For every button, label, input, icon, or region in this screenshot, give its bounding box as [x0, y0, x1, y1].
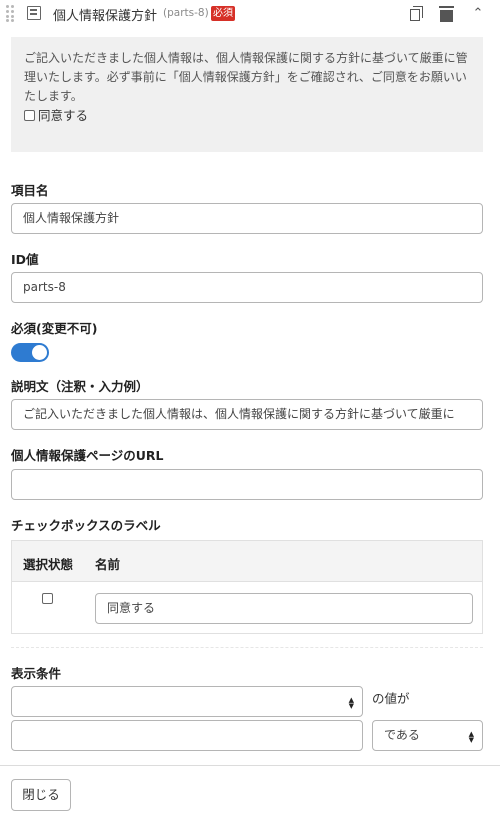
copy-icon[interactable] — [406, 4, 426, 24]
row-name-input[interactable]: 同意する — [95, 593, 473, 624]
description-input[interactable]: ご記入いただきました個人情報は、個人情報保護に関する方針に基づいて厳重に — [11, 399, 483, 430]
select-arrows-icon: ▲ ▼ — [468, 730, 474, 744]
preview-agree-checkbox[interactable]: 同意する — [24, 106, 469, 125]
description-label: 説明文（注釈・入力例） — [11, 379, 149, 394]
condition-field-select[interactable]: ▲ ▼ — [11, 686, 363, 717]
table-header: 選択状態 名前 — [12, 541, 482, 582]
id-value-input[interactable]: parts-8 — [11, 272, 483, 303]
id-value-label: ID値 — [11, 252, 39, 267]
form-item-icon — [27, 6, 41, 20]
checkbox-icon[interactable] — [24, 110, 35, 121]
part-title: 個人情報保護方針 — [53, 9, 158, 24]
checkbox-labels-table: 選択状態 名前 同意する — [11, 540, 483, 634]
close-button[interactable]: 閉じる — [11, 779, 71, 811]
preview-box: ご記入いただきました個人情報は、個人情報保護に関する方針に基づいて厳重に管理いた… — [11, 37, 483, 152]
of-value-text: の値が — [372, 691, 410, 706]
part-id-tag: (parts-8) — [163, 7, 209, 19]
part-header: 個人情報保護方針 (parts-8) 必須 ⌃ — [0, 0, 500, 28]
section-divider — [11, 647, 483, 648]
item-name-input[interactable]: 個人情報保護方針 — [11, 203, 483, 234]
required-label: 必須(変更不可) — [11, 321, 98, 336]
row-checkbox[interactable] — [42, 593, 53, 604]
condition-value-input[interactable] — [11, 720, 363, 751]
display-condition-label: 表示条件 — [11, 666, 62, 681]
column-header-state: 選択状態 — [23, 557, 74, 572]
column-header-name: 名前 — [95, 557, 121, 572]
privacy-url-label: 個人情報保護ページのURL — [11, 448, 164, 463]
privacy-url-input[interactable] — [11, 469, 483, 500]
footer-divider — [0, 765, 500, 766]
toggle-knob — [32, 345, 47, 360]
condition-operator-select[interactable]: である ▲ ▼ — [372, 720, 483, 751]
select-arrows-icon: ▲ ▼ — [348, 696, 354, 710]
condition-operator-value: である — [384, 728, 420, 742]
collapse-icon[interactable]: ⌃ — [468, 4, 488, 24]
required-toggle[interactable] — [11, 343, 49, 362]
drag-handle-icon[interactable] — [6, 5, 15, 22]
preview-checkbox-label: 同意する — [38, 108, 89, 123]
checkbox-labels-label: チェックボックスのラベル — [11, 518, 161, 533]
item-name-label: 項目名 — [11, 183, 49, 198]
preview-text: ご記入いただきました個人情報は、個人情報保護に関する方針に基づいて厳重に管理いた… — [24, 51, 468, 103]
trash-icon[interactable] — [437, 4, 457, 24]
required-badge: 必須 — [211, 6, 235, 21]
